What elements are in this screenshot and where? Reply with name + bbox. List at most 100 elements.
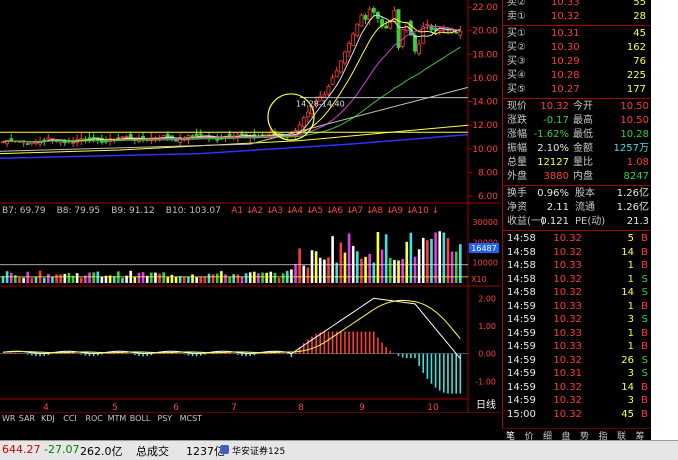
volume-bar bbox=[290, 269, 293, 283]
date-axis-label: 6 bbox=[173, 403, 179, 412]
tick-price: 10.33 bbox=[553, 300, 582, 312]
volume-bar bbox=[327, 257, 330, 283]
stat-label: 现价 bbox=[507, 101, 527, 112]
indicator-tab-kdj[interactable]: KDJ bbox=[41, 414, 55, 423]
right-tab[interactable]: 笔 bbox=[506, 429, 515, 440]
tick-row: 14:58 10.32 14 S bbox=[503, 286, 651, 300]
volume-bar bbox=[137, 272, 141, 283]
volume-bar bbox=[401, 258, 404, 283]
indicator-tab-mcst[interactable]: MCST bbox=[180, 414, 202, 423]
tick-time: 14:59 bbox=[507, 395, 536, 406]
quote-panel: 卖② 10.33 55 卖① 10.32 28 买① 10.31 45 买② 10.30 162 买③ 1… bbox=[502, 0, 651, 428]
right-tab[interactable]: 指 bbox=[599, 429, 608, 440]
volume-axis-label: 10000 bbox=[473, 259, 498, 268]
indicator-tab-roc[interactable]: ROC bbox=[85, 414, 102, 423]
candle-body bbox=[79, 138, 84, 141]
price-axis-label: 14.00 bbox=[472, 98, 498, 108]
ma20-line bbox=[2, 25, 461, 143]
indicator-tab-wr[interactable]: WR bbox=[2, 414, 15, 423]
volume-bar bbox=[9, 272, 13, 283]
volume-bar bbox=[298, 248, 301, 283]
price-axis-label: 18.00 bbox=[472, 50, 498, 60]
volume-axis-label: 30000 bbox=[473, 218, 498, 227]
volume-bar bbox=[203, 276, 207, 283]
level-volume: 177 bbox=[626, 84, 646, 95]
volume-bar bbox=[376, 231, 380, 283]
candle-body bbox=[25, 143, 30, 145]
stat-label: 流通 bbox=[575, 202, 595, 213]
candle-body bbox=[104, 140, 108, 143]
volume-bar bbox=[323, 259, 326, 283]
volume-bar bbox=[310, 250, 314, 283]
stat-label: 涨幅 bbox=[507, 129, 527, 140]
candle-body bbox=[367, 8, 372, 20]
indicator-tab-sar[interactable]: SAR bbox=[19, 414, 35, 423]
right-tab[interactable]: 筹 bbox=[636, 429, 645, 440]
indicator-tab-mtm[interactable]: MTM bbox=[108, 414, 127, 423]
stat-value: 10.28 bbox=[620, 129, 649, 140]
right-tab[interactable]: 价 bbox=[525, 429, 534, 440]
indicator-tab-psy[interactable]: PSY bbox=[157, 414, 172, 423]
volume-bar bbox=[63, 273, 67, 283]
tick-price: 10.32 bbox=[553, 233, 582, 244]
volume-bar bbox=[18, 277, 21, 283]
volume-bar bbox=[133, 276, 137, 283]
stock-chart-window: 14.28-14.40 22.00 20.00 18.00 16.00 14.00 12.… bbox=[0, 0, 651, 440]
volume-bar bbox=[384, 234, 388, 283]
volume-bar bbox=[277, 277, 281, 283]
level-volume: 225 bbox=[626, 70, 646, 81]
tick-side: B bbox=[641, 300, 648, 312]
volume-bar bbox=[438, 231, 442, 283]
volume-bar bbox=[393, 259, 396, 283]
macd-axis-label: -1.00 bbox=[475, 377, 496, 386]
volume-bar bbox=[166, 277, 170, 283]
level-price: 10.30 bbox=[551, 42, 580, 53]
tick-price: 10.32 bbox=[553, 314, 582, 325]
candle-body bbox=[21, 141, 26, 144]
tick-time: 14:59 bbox=[507, 381, 536, 393]
indicator-tab-cci[interactable]: CCI bbox=[63, 414, 77, 423]
stat-value: -0.17 bbox=[543, 115, 569, 126]
macd-axis-label: 0.00 bbox=[478, 350, 496, 359]
right-tab[interactable]: 盘 bbox=[562, 429, 571, 440]
buy-level: 买⑤ 10.27 177 bbox=[503, 83, 651, 97]
level-label: 买② bbox=[507, 42, 526, 53]
right-tab[interactable]: 势 bbox=[580, 429, 589, 440]
volume-bar bbox=[281, 273, 285, 283]
volume-legend-item: B7: 69.79 bbox=[2, 206, 46, 216]
tick-time: 14:59 bbox=[507, 314, 536, 325]
volume-legend-item: A5 ↓ bbox=[311, 206, 334, 216]
tick-volume: 1 bbox=[627, 327, 634, 339]
ma40-line bbox=[2, 46, 461, 143]
tick-side: S bbox=[641, 273, 648, 285]
right-tab[interactable]: 细 bbox=[543, 429, 552, 440]
volume-bar bbox=[442, 232, 446, 283]
volume-bar bbox=[211, 274, 215, 283]
volume-bar bbox=[121, 277, 124, 283]
quote-stat-row: 外盘 3880 内盘 8247 bbox=[503, 170, 651, 184]
stat-label: 股本 bbox=[575, 188, 595, 199]
tick-time: 14:58 bbox=[507, 273, 536, 285]
volume-bar bbox=[397, 260, 400, 283]
level-volume: 28 bbox=[633, 11, 646, 22]
right-tab[interactable]: 联 bbox=[617, 429, 626, 440]
volume-legend-item: A3 ↓ bbox=[271, 206, 294, 216]
candle-body bbox=[371, 7, 376, 13]
volume-legend-item: A9 ↓ bbox=[391, 206, 414, 216]
index-value: 644.27 bbox=[2, 443, 41, 456]
tick-volume: 3 bbox=[627, 368, 634, 379]
stat-label: PE(动) bbox=[575, 216, 606, 227]
volume-bar bbox=[174, 276, 178, 283]
volume-bar bbox=[372, 262, 376, 283]
candle-body bbox=[392, 10, 397, 22]
tick-price: 10.33 bbox=[553, 341, 582, 352]
volume-bar bbox=[170, 274, 174, 283]
candle-body bbox=[425, 23, 430, 26]
indicator-tab-boll[interactable]: BOLL bbox=[130, 414, 151, 423]
period-label[interactable]: 日线 bbox=[476, 400, 496, 412]
volume-bar bbox=[182, 276, 186, 283]
volume-bar bbox=[34, 276, 38, 283]
stat-value: 1.08 bbox=[626, 157, 649, 168]
candle-body bbox=[351, 33, 356, 46]
stat-label: 金额 bbox=[573, 143, 593, 154]
